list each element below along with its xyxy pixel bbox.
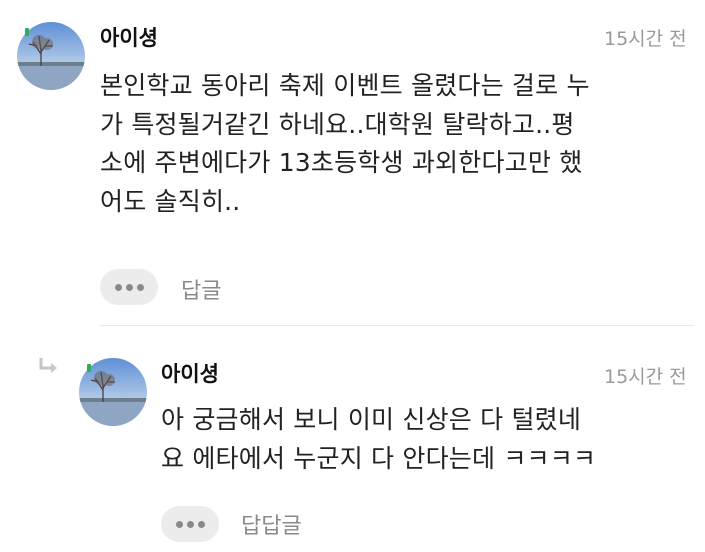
comment-line: 소에 주변에다가 13초등학생 과외한다고만 했 — [100, 148, 583, 177]
comment-line: 아 궁금해서 보니 이미 신상은 다 털렸네 — [161, 405, 582, 434]
reply-arrow-icon — [38, 356, 60, 380]
more-options-button[interactable] — [161, 506, 219, 542]
comment-body: 아 궁금해서 보니 이미 신상은 다 털렸네 요 에타에서 누군지 다 안다는데… — [161, 401, 596, 478]
reply-button[interactable]: 답답글 — [241, 508, 302, 540]
comment-author[interactable]: 아이셩 — [161, 358, 219, 388]
comment-time: 15시간 전 — [604, 28, 687, 50]
comment-line: 어도 솔직히.. — [100, 186, 241, 216]
more-dots-icon — [175, 520, 183, 528]
comment-author[interactable]: 아이셩 — [100, 22, 158, 52]
user-badge-icon — [87, 364, 91, 372]
reply-button[interactable]: 답글 — [181, 273, 221, 305]
comment-time: 15시간 전 — [604, 366, 687, 388]
more-dots-icon — [114, 283, 122, 291]
user-badge-icon — [25, 28, 29, 36]
comment-line: 요 에타에서 누군지 다 안다는데 ㅋㅋㅋㅋ — [161, 443, 597, 473]
comment-line: 가 특정될거같긴 하네요..대학원 탈락하고..평 — [100, 109, 575, 139]
divider — [100, 325, 694, 326]
more-options-button[interactable] — [100, 269, 158, 305]
comment-line: 본인학교 동아리 축제 이벤트 올렸다는 걸로 누 — [100, 71, 590, 100]
comment-body: 본인학교 동아리 축제 이벤트 올렸다는 걸로 누 가 특정될거같긴 하네요..… — [100, 67, 590, 221]
